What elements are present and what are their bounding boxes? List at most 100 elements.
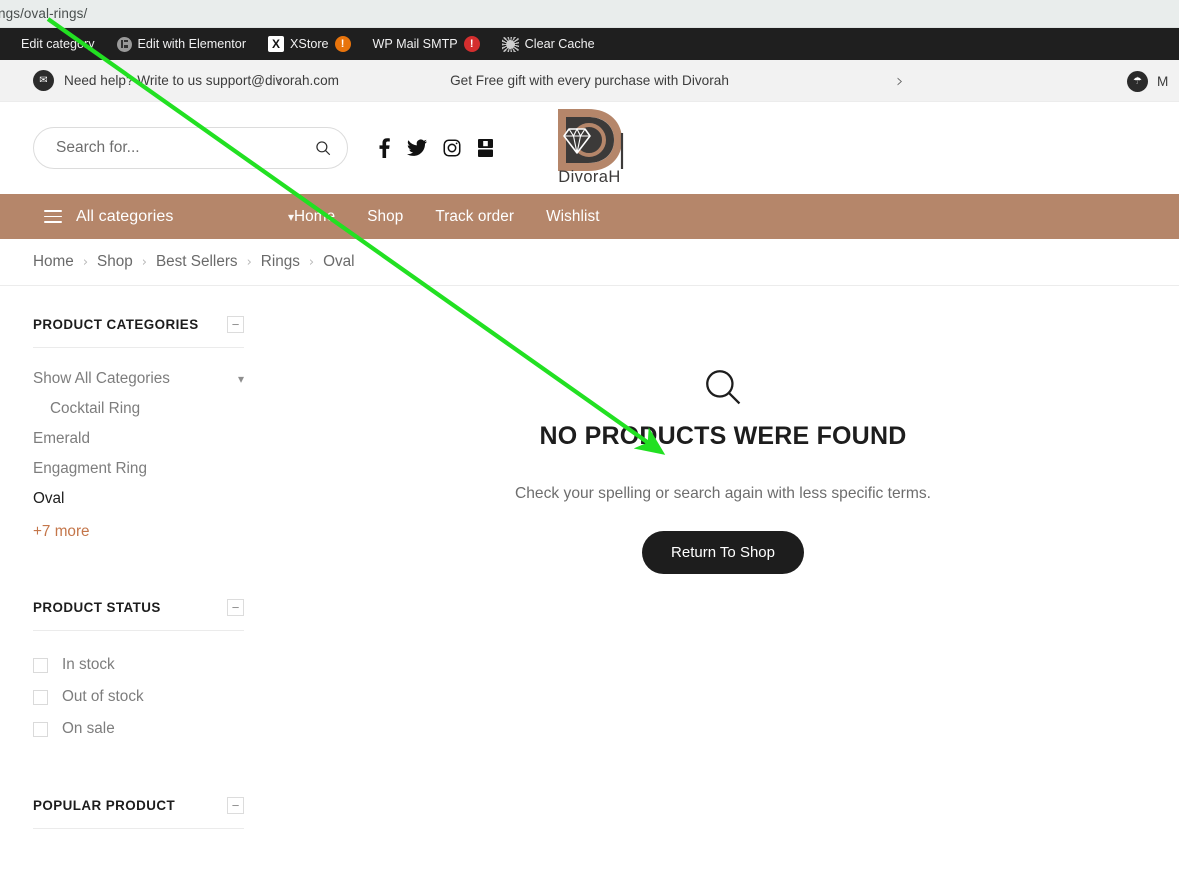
widget-header: PRODUCT CATEGORIES −	[33, 316, 244, 348]
hamburger-icon	[44, 210, 62, 223]
status-filter-list: In stock Out of stock On sale	[33, 631, 244, 745]
widget-title: POPULAR PRODUCT	[33, 798, 176, 813]
search-input[interactable]	[56, 139, 314, 157]
main-navigation: All categories ▾ Home Shop Track order W…	[0, 194, 1179, 239]
breadcrumb-item-home[interactable]: Home	[33, 253, 74, 271]
category-item-engagment-ring[interactable]: Engagment Ring	[33, 454, 244, 484]
social-links	[378, 138, 494, 158]
elementor-icon	[116, 36, 132, 52]
cache-icon	[501, 36, 519, 52]
site-logo[interactable]: DivoraH	[542, 104, 638, 192]
nav-link-track-order[interactable]: Track order	[435, 208, 514, 226]
search-icon	[706, 370, 741, 405]
wp-mail-smtp-error-badge: !	[463, 36, 480, 52]
checkbox[interactable]	[33, 721, 48, 737]
nav-link-shop[interactable]: Shop	[367, 208, 403, 226]
breadcrumb: Home › Shop › Best Sellers › Rings › Ova…	[0, 239, 1179, 286]
admin-edit-category-label: Edit category	[21, 36, 95, 51]
breadcrumb-item-shop[interactable]: Shop	[97, 253, 133, 271]
shop-main-area: NO PRODUCTS WERE FOUND Check your spelli…	[277, 286, 1179, 874]
widget-product-categories: PRODUCT CATEGORIES − Show All Categories…	[33, 286, 244, 541]
chevron-left-icon[interactable]: ‹	[268, 70, 290, 92]
collapse-toggle-button[interactable]: −	[227, 797, 244, 814]
wordpress-admin-bar: Edit category Edit with Elementor X XSto…	[0, 28, 1179, 60]
site-header: DivoraH	[0, 102, 1179, 194]
status-filter-out-of-stock[interactable]: Out of stock	[33, 681, 244, 713]
category-item-label: Cocktail Ring	[50, 400, 141, 417]
category-item-cocktail-ring[interactable]: Cocktail Ring	[33, 394, 244, 424]
account-link[interactable]: ☂ M	[1127, 60, 1179, 102]
instagram-icon[interactable]	[443, 139, 461, 157]
facebook-icon[interactable]	[378, 138, 391, 158]
widget-title: PRODUCT CATEGORIES	[33, 317, 199, 332]
show-more-categories-link[interactable]: +7 more	[33, 523, 90, 541]
widget-popular-product: POPULAR PRODUCT −	[33, 745, 244, 829]
search-bar[interactable]	[33, 127, 348, 169]
status-filter-on-sale[interactable]: On sale	[33, 713, 244, 745]
all-categories-menu[interactable]: All categories ▾	[44, 208, 294, 226]
breadcrumb-item-best-sellers[interactable]: Best Sellers	[156, 253, 238, 271]
breadcrumb-separator-icon: ›	[82, 254, 89, 270]
admin-clear-cache-label: Clear Cache	[524, 36, 595, 51]
category-list: Show All Categories ▾ Cocktail Ring Emer…	[33, 348, 244, 541]
status-filter-label: Out of stock	[62, 688, 144, 705]
browser-url-bar[interactable]: ngs/oval-rings/	[0, 0, 1179, 28]
chevron-down-icon: ▾	[287, 209, 294, 224]
page-content: PRODUCT CATEGORIES − Show All Categories…	[0, 286, 1179, 874]
widget-title: PRODUCT STATUS	[33, 600, 161, 615]
admin-wp-mail-smtp[interactable]: WP Mail SMTP !	[362, 28, 491, 60]
status-filter-in-stock[interactable]: In stock	[33, 649, 244, 681]
chevron-down-icon[interactable]: ▾	[238, 372, 244, 386]
status-filter-label: On sale	[62, 720, 115, 737]
widget-header: PRODUCT STATUS −	[33, 599, 244, 631]
nav-link-wishlist[interactable]: Wishlist	[546, 208, 600, 226]
checkbox[interactable]	[33, 689, 48, 705]
admin-xstore-label: XStore	[290, 36, 329, 51]
all-categories-label: All categories	[76, 207, 174, 225]
breadcrumb-separator-icon: ›	[141, 254, 147, 270]
breadcrumb-separator-icon: ›	[246, 254, 252, 270]
xstore-icon: X	[268, 36, 285, 52]
twitter-icon[interactable]	[407, 139, 427, 157]
admin-clear-cache[interactable]: Clear Cache	[491, 28, 606, 60]
nav-links: Home Shop Track order Wishlist	[294, 208, 600, 226]
search-icon[interactable]	[314, 139, 332, 157]
checkbox[interactable]	[33, 657, 48, 673]
admin-xstore[interactable]: X XStore !	[257, 28, 362, 60]
admin-edit-category[interactable]: Edit category	[10, 28, 106, 60]
empty-state-subtitle: Check your spelling or search again with…	[514, 485, 931, 502]
logo-brand-text: DivoraH	[558, 168, 621, 186]
breadcrumb-item-rings[interactable]: Rings	[261, 253, 300, 271]
category-item-label: Emerald	[33, 430, 90, 447]
account-label: M	[1157, 73, 1169, 89]
return-to-shop-button[interactable]: Return To Shop	[642, 531, 804, 574]
category-item-show-all[interactable]: Show All Categories ▾	[33, 364, 244, 394]
category-item-label: Oval	[33, 490, 65, 507]
chevron-right-icon[interactable]: ›	[889, 70, 911, 92]
shop-sidebar: PRODUCT CATEGORIES − Show All Categories…	[0, 286, 277, 874]
category-item-oval[interactable]: Oval	[33, 484, 244, 514]
envelope-icon: ✉	[33, 70, 54, 91]
widget-product-status: PRODUCT STATUS − In stock Out of stock O…	[33, 541, 244, 745]
empty-state: NO PRODUCTS WERE FOUND Check your spelli…	[267, 366, 1179, 574]
xstore-warning-badge: !	[334, 36, 351, 52]
empty-state-title: NO PRODUCTS WERE FOUND	[539, 422, 907, 450]
admin-wp-mail-smtp-label: WP Mail SMTP	[372, 36, 458, 51]
diamond-d-logo	[557, 109, 623, 171]
support-contact-text: Need help? Write to us support@divorah.c…	[64, 73, 339, 88]
breadcrumb-separator-icon: ›	[308, 254, 315, 270]
category-item-emerald[interactable]: Emerald	[33, 424, 244, 454]
admin-edit-with-elementor[interactable]: Edit with Elementor	[106, 28, 258, 60]
user-icon: ☂	[1127, 70, 1148, 92]
collapse-toggle-button[interactable]: −	[227, 316, 244, 333]
category-item-label: Engagment Ring	[33, 460, 147, 477]
nav-link-home[interactable]: Home	[294, 208, 335, 226]
youtube-icon[interactable]	[477, 139, 494, 157]
breadcrumb-item-oval: Oval	[323, 253, 355, 270]
widget-header: POPULAR PRODUCT −	[33, 797, 244, 829]
category-item-label: Show All Categories	[33, 370, 170, 387]
status-filter-label: In stock	[62, 656, 115, 673]
promo-slider-text: Get Free gift with every purchase with D…	[450, 73, 729, 88]
top-info-bar: ✉ Need help? Write to us support@divorah…	[0, 60, 1179, 102]
collapse-toggle-button[interactable]: −	[227, 599, 244, 616]
